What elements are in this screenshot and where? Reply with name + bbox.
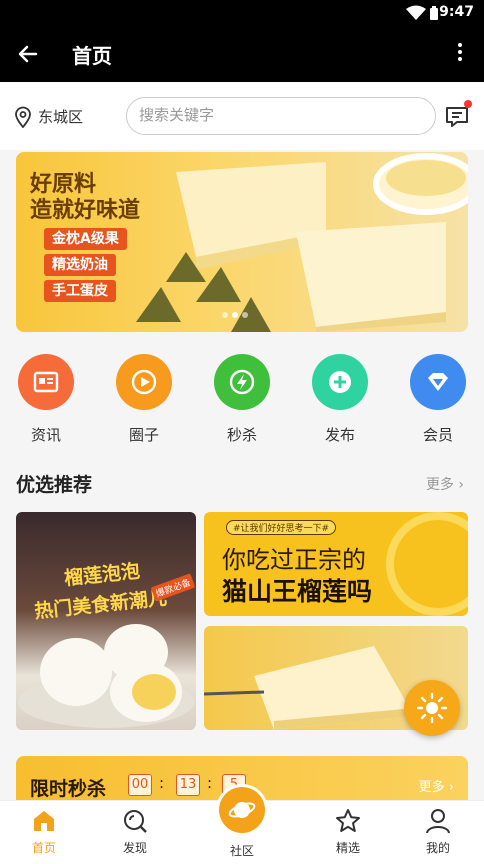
tab-label: 我的	[425, 841, 450, 855]
app-screen: 9:47 首页 东城区 搜索关键字 好原料 造就好味道 金枕A级果 精选奶油 手…	[0, 0, 484, 864]
search-row: 东城区	[0, 82, 484, 150]
lightning-icon	[214, 354, 270, 410]
banner-tag: 手工蛋皮	[44, 280, 116, 302]
quick-links: 资讯 圈子 秒杀 发布 会员	[0, 344, 484, 454]
durian-crepe-cake-image	[136, 153, 468, 332]
user-icon	[426, 809, 450, 834]
section-more-link[interactable]: 更多 ›	[426, 474, 464, 494]
tab-community[interactable]	[216, 784, 268, 836]
floating-action-button[interactable]	[404, 680, 460, 736]
quick-link-member[interactable]: 会员	[403, 354, 473, 445]
tab-label: 发现	[122, 841, 147, 855]
top-app-bar: 首页	[0, 26, 484, 82]
recommend-card-durian-puff[interactable]: 榴莲泡泡 热门美食新潮儿 爆款必备	[16, 512, 196, 730]
arrow-left-icon[interactable]	[14, 40, 42, 68]
tab-label: 精选	[335, 841, 360, 855]
home-icon	[34, 811, 54, 831]
recommend-card-musang-king[interactable]: #让我们好好思考一下# 你吃过正宗的 猫山王榴莲吗	[204, 512, 468, 616]
tab-label: 首页	[31, 841, 56, 855]
quick-link-circle[interactable]: 圈子	[109, 354, 179, 445]
sun-icon	[416, 692, 448, 724]
card-title-line2: 猫山王榴莲吗	[222, 577, 373, 606]
tab-discover[interactable]: 发现	[105, 807, 165, 856]
planet-icon	[228, 802, 256, 818]
banner-page-dot[interactable]	[242, 312, 248, 318]
search-input[interactable]	[139, 106, 419, 124]
battery-icon	[430, 6, 438, 20]
countdown-minutes: 13	[176, 774, 200, 796]
star-icon	[336, 809, 360, 832]
unread-badge	[464, 100, 472, 108]
tab-community-circle	[219, 787, 265, 833]
play-circle-icon	[116, 354, 172, 410]
banner-title-line2: 造就好味道	[30, 198, 141, 223]
banner-tag: 金枕A级果	[44, 228, 127, 250]
status-bar: 9:47	[0, 0, 484, 26]
location-pin-icon[interactable]	[14, 106, 32, 128]
durian-puff-image	[18, 624, 194, 728]
card-title-line1: 你吃过正宗的	[222, 546, 366, 574]
tab-selected[interactable]: 精选	[318, 807, 378, 856]
quick-link-label: 会员	[422, 426, 453, 444]
flash-sale-more-link[interactable]: 更多 ›	[419, 776, 454, 795]
diamond-icon	[410, 354, 466, 410]
wifi-icon	[406, 5, 426, 20]
quick-link-label: 秒杀	[226, 426, 257, 444]
banner-page-dot-active[interactable]	[232, 312, 238, 318]
more-vertical-icon[interactable]	[448, 40, 472, 68]
quick-link-label: 发布	[324, 426, 355, 444]
card-hashtag: #让我们好好思考一下#	[226, 520, 337, 535]
flash-sale-title: 限时秒杀	[30, 778, 107, 800]
discover-icon	[124, 810, 147, 833]
card-title-line2: 热门美食新潮儿	[33, 587, 168, 623]
tab-label: 社区	[229, 844, 254, 858]
tab-home[interactable]: 首页	[14, 807, 74, 856]
countdown-separator: :	[159, 774, 165, 792]
quick-link-flash-sale[interactable]: 秒杀	[207, 354, 277, 445]
card-title-line1: 榴莲泡泡	[63, 560, 142, 590]
banner-tag: 精选奶油	[44, 254, 116, 276]
section-title: 优选推荐	[16, 474, 93, 496]
page-title: 首页	[72, 44, 112, 68]
banner-page-dot[interactable]	[222, 312, 228, 318]
quick-link-label: 资讯	[30, 426, 61, 444]
location-label[interactable]: 东城区	[38, 106, 83, 127]
promo-banner[interactable]: 好原料 造就好味道 金枕A级果 精选奶油 手工蛋皮	[16, 152, 468, 332]
tab-profile[interactable]: 我的	[408, 807, 468, 856]
countdown-hours: 00	[128, 774, 152, 796]
quick-link-publish[interactable]: 发布	[305, 354, 375, 445]
quick-link-news[interactable]: 资讯	[11, 354, 81, 445]
news-icon	[18, 354, 74, 410]
status-time: 9:47	[439, 4, 474, 20]
card-badge: 爆款必备	[150, 573, 196, 602]
durian-pattern-decoration	[386, 512, 468, 616]
countdown-separator: :	[207, 774, 213, 792]
quick-link-label: 圈子	[128, 426, 159, 444]
search-box[interactable]	[126, 97, 436, 135]
plus-icon	[312, 354, 368, 410]
